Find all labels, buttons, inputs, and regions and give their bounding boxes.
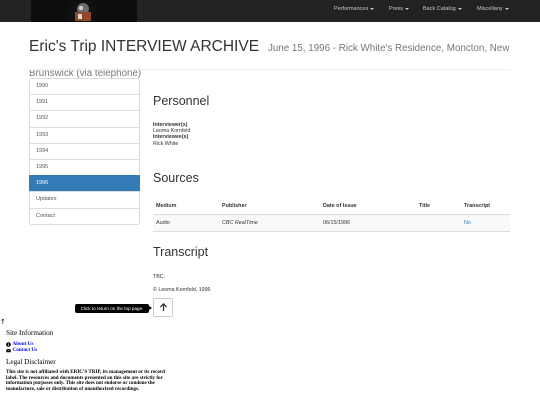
logo-image <box>69 1 97 21</box>
table-row: Audio CBC RealTime 06/15/1996 No <box>153 214 510 232</box>
page-title-main: Eric's Trip INTERVIEW ARCHIVE <box>29 38 260 55</box>
caret-down-icon <box>405 7 410 10</box>
col-publisher: Publisher <box>219 198 320 215</box>
table-header-row: Medium Publisher Date of Issue Title Tra… <box>153 198 510 215</box>
caret-down-icon <box>457 7 462 10</box>
transcript-copyright: © Leoma Kornfeld, 1996 <box>153 287 211 293</box>
year-item-1995[interactable]: 1995 <box>29 158 140 177</box>
col-transcript: Transcript <box>461 198 510 215</box>
personnel-heading: Personnel <box>153 94 210 108</box>
info-icon <box>6 341 11 347</box>
col-title: Title <box>416 198 461 215</box>
nav-miscellany[interactable]: Miscellany <box>477 6 509 12</box>
back-to-top-button[interactable] <box>153 298 173 317</box>
contact-us-label: Contact Us <box>12 347 38 353</box>
page-subtitle-line1: June 15, 1996 - Rick White's Residence, … <box>267 43 510 54</box>
interviewee-label: Interviewee(s) <box>153 134 189 141</box>
list-item-updates[interactable]: Updates <box>29 191 140 209</box>
cell-medium: Audio <box>153 214 219 232</box>
site-logo[interactable] <box>31 0 137 22</box>
year-item-1991[interactable]: 1991 <box>29 94 140 112</box>
transcript-heading: Transcript <box>153 245 209 259</box>
cell-date: 06/15/1996 <box>320 214 416 232</box>
year-item-1993[interactable]: 1993 <box>29 126 140 144</box>
interviewee-name: Rick White <box>153 140 179 147</box>
personnel-details: Interviewer(s) Leoma Kornfeld Interviewe… <box>153 122 190 147</box>
year-item-1996[interactable]: 1996 <box>29 175 140 193</box>
cell-publisher: CBC RealTime <box>219 214 320 232</box>
transcript-link[interactable]: No <box>461 214 510 232</box>
caret-down-icon <box>504 7 509 10</box>
page-title: Eric's Trip INTERVIEW ARCHIVE June 15, 1… <box>29 32 519 82</box>
tooltip-arrow <box>149 306 152 310</box>
nav-performances[interactable]: Performances <box>334 6 375 12</box>
arrow-up-icon <box>159 303 167 312</box>
year-item-1990[interactable]: 1990 <box>29 78 140 96</box>
sources-table: Medium Publisher Date of Issue Title Tra… <box>153 198 510 232</box>
transcript-body: TBC. <box>153 274 166 280</box>
year-list: 1990 1991 1992 1993 1994 1995 1996 Updat… <box>29 78 140 225</box>
year-item-1994[interactable]: 1994 <box>29 142 140 160</box>
legal-disclaimer-heading: Legal Disclaimer <box>6 358 56 366</box>
contact-us-link[interactable]: Contact Us <box>6 347 37 353</box>
col-medium: Medium <box>153 198 219 215</box>
site-info-heading: Site Information <box>6 329 54 337</box>
list-item-contact[interactable]: Contact <box>29 207 140 225</box>
cell-title <box>416 214 461 232</box>
title-divider <box>29 69 510 70</box>
sources-heading: Sources <box>153 171 199 185</box>
nav-press[interactable]: Press <box>389 6 410 12</box>
footer-arrow-up-icon[interactable]: ↑ <box>0 318 6 326</box>
envelope-icon <box>6 348 11 352</box>
col-date: Date of Issue <box>320 198 416 215</box>
top-navbar: Performances Press Back Catalog Miscella… <box>0 0 540 22</box>
caret-down-icon <box>370 7 375 10</box>
year-item-1992[interactable]: 1992 <box>29 110 140 128</box>
nav-back-catalog[interactable]: Back Catalog <box>423 6 462 12</box>
back-to-top-tooltip: Click to return on the top page. <box>75 304 149 313</box>
legal-disclaimer-text: This site is not affiliated with ERIC'S … <box>6 369 165 392</box>
